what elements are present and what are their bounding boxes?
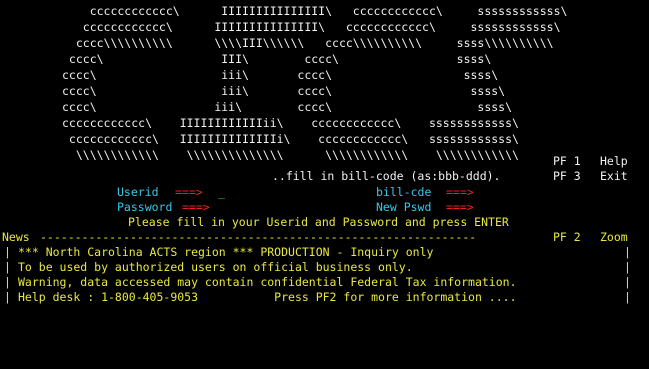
news-header: News -----------------------------------… — [0, 229, 649, 245]
news-border-left: | — [4, 290, 11, 304]
pf1-label: Help — [600, 154, 628, 168]
logo-line: cccc\ iii\ cccc\ ssss\ — [62, 84, 506, 98]
news-text: Help desk : 1-800-405-9053 Press PF2 for… — [18, 290, 517, 304]
pf1-key[interactable]: PF 1 — [553, 153, 581, 169]
login-instruction: Please fill in your Userid and Password … — [128, 215, 509, 229]
news-border-right: | — [624, 275, 631, 289]
new-password-field[interactable] — [488, 199, 548, 215]
terminal-screen: cccccccccccc\ IIIIIIIIIIIIIII\ ccccccccc… — [0, 0, 649, 306]
password-arrow: ===> — [182, 200, 210, 214]
logo-line: cccc\\\\\\\\\\ \\\\III\\\\\\ cccc\\\\\\\… — [62, 36, 554, 50]
bill-code-field[interactable] — [488, 184, 548, 200]
userid-label: Userid — [117, 185, 159, 199]
news-line: | To be used by authorized users on offi… — [0, 259, 649, 275]
instruction-row: Please fill in your Userid and Password … — [0, 214, 649, 230]
logo-line: cccccccccccc\ IIIIIIIIIIIIIII\ ccccccccc… — [62, 4, 568, 18]
userid-row: Userid ===> _ bill-cde ===> — [0, 184, 649, 200]
pf3-label: Exit — [600, 169, 628, 183]
news-text: *** North Carolina ACTS region *** PRODU… — [18, 245, 434, 259]
news-border-left: | — [4, 275, 11, 289]
news-border-left: | — [4, 260, 11, 274]
userid-arrow: ===> — [175, 185, 203, 199]
logo-line: cccccccccccc\ IIIIIIIIIIIIii\ cccccccccc… — [62, 116, 519, 130]
news-label: News — [2, 230, 30, 244]
logo-line: cccccccccccc\ IIIIIIIIIIIIIII\ ccccccccc… — [62, 20, 561, 34]
pf2-label: Zoom — [600, 230, 628, 244]
password-label: Password — [117, 200, 173, 214]
news-border-right: | — [624, 290, 631, 304]
new-password-label: New Pswd — [376, 200, 432, 214]
password-row: Password ===> New Pswd ===> — [0, 199, 649, 215]
new-password-arrow: ===> — [446, 200, 474, 214]
logo-line: cccc\ iii\ cccc\ ssss\ — [62, 68, 499, 82]
news-border-right: | — [624, 245, 631, 259]
news-text: To be used by authorized users on offici… — [18, 260, 413, 274]
news-line: | Warning, data accessed may contain con… — [0, 274, 649, 290]
bill-code-label: bill-cde — [376, 185, 432, 199]
pf1-row: PF 1 Help — [0, 153, 649, 169]
logo-line: cccc\ iii\ cccc\ ssss\ — [62, 100, 513, 114]
news-border-right: | — [624, 260, 631, 274]
password-field[interactable] — [222, 199, 282, 215]
news-border-left: | — [4, 245, 11, 259]
news-line: | Help desk : 1-800-405-9053 Press PF2 f… — [0, 289, 649, 305]
news-line: | *** North Carolina ACTS region *** PRO… — [0, 244, 649, 260]
logo-line: cccccccccccc\ IIIIIIIIIIIIIIi\ ccccccccc… — [62, 132, 519, 146]
bill-code-hint: ..fill in bill-code (as:bbb-ddd). — [272, 169, 501, 183]
bill-code-arrow: ===> — [446, 185, 474, 199]
pf3-key[interactable]: PF 3 — [553, 168, 581, 184]
bill-code-hint-row: ..fill in bill-code (as:bbb-ddd). PF 3 E… — [0, 168, 649, 184]
news-divider: ----------------------------------------… — [40, 230, 477, 244]
news-text: Warning, data accessed may contain confi… — [18, 275, 517, 289]
userid-field[interactable]: _ — [218, 184, 225, 200]
pf2-key[interactable]: PF 2 — [553, 229, 581, 245]
logo-line: cccc\ III\ cccc\ ssss\ — [62, 52, 492, 66]
